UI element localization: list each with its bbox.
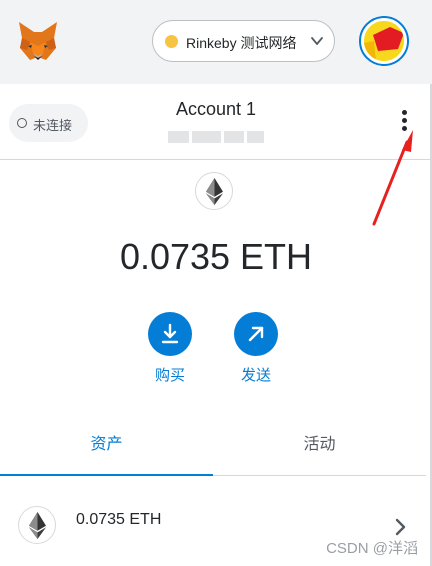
account-bar: 未连接 Account 1 <box>0 84 432 160</box>
account-options-menu-icon[interactable] <box>394 110 414 136</box>
network-label: Rinkeby 测试网络 <box>186 35 297 51</box>
chevron-down-icon <box>311 37 323 45</box>
app-header: Rinkeby 测试网络 <box>0 0 432 84</box>
account-address-redacted[interactable] <box>168 131 264 143</box>
metamask-fox-logo[interactable] <box>16 20 60 62</box>
asset-balance: 0.0735 ETH <box>76 511 162 528</box>
send-button[interactable]: 发送 <box>226 312 286 385</box>
ethereum-icon <box>18 506 56 544</box>
buy-button[interactable]: 购买 <box>140 312 200 385</box>
download-icon <box>148 312 192 356</box>
watermark-text: CSDN @洋滔 <box>326 540 418 557</box>
buy-label: 购买 <box>154 367 185 384</box>
chevron-right-icon <box>395 518 406 536</box>
balance-amount: 0.0735 ETH <box>119 236 313 277</box>
ethereum-icon <box>195 172 233 210</box>
account-name[interactable]: Account 1 <box>0 99 432 120</box>
network-selector[interactable]: Rinkeby 测试网络 <box>152 20 335 62</box>
send-label: 发送 <box>240 367 271 384</box>
tab-activity[interactable]: 活动 <box>213 424 426 476</box>
account-avatar-button[interactable] <box>359 16 409 66</box>
tab-assets[interactable]: 资产 <box>0 424 213 476</box>
arrow-up-right-icon <box>234 312 278 356</box>
asset-tabs: 资产 活动 <box>0 424 432 476</box>
network-status-dot <box>165 35 178 48</box>
avatar <box>364 21 404 61</box>
